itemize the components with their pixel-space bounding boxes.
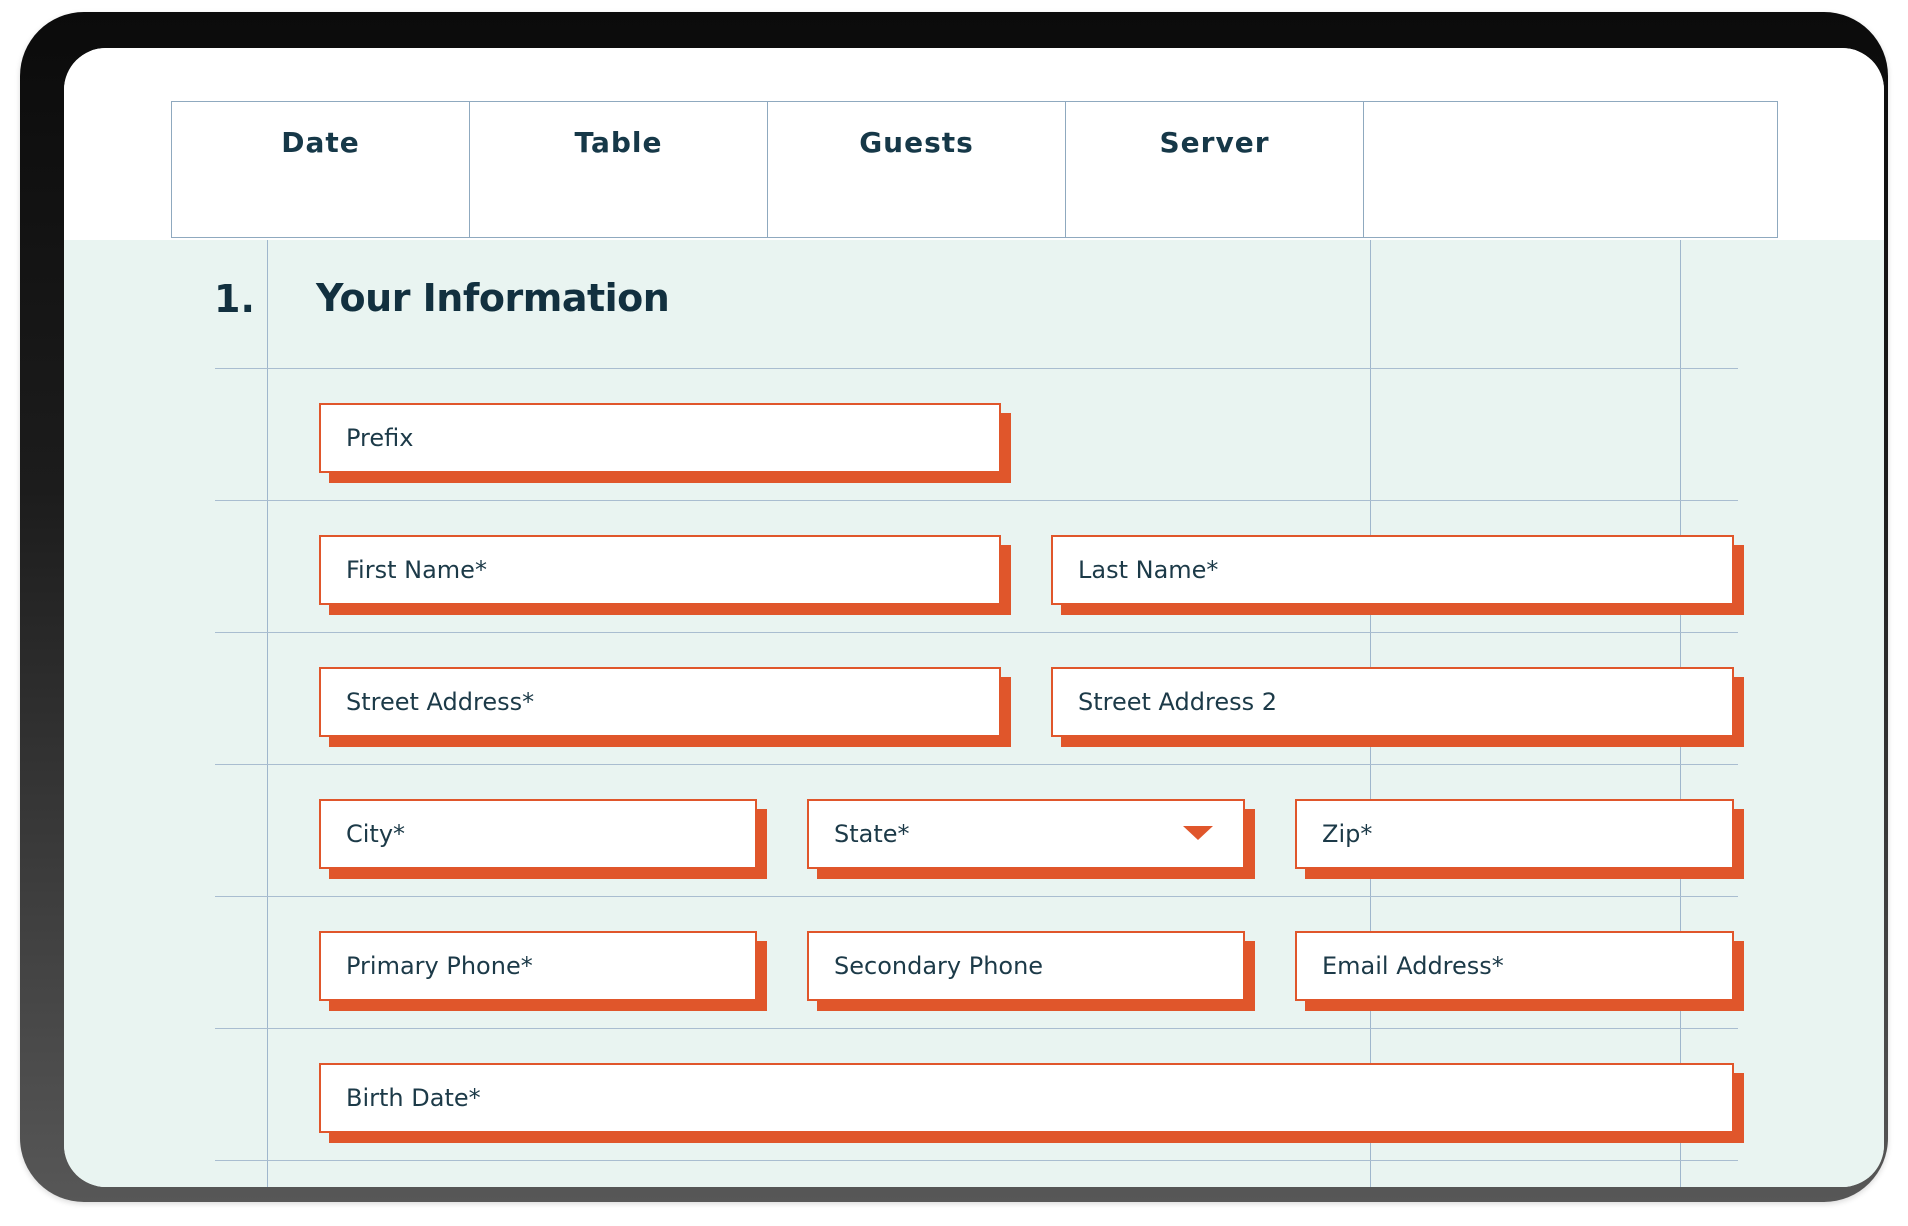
primary-phone-field[interactable]: Primary Phone*	[319, 931, 757, 1001]
screen: Date Table Guests Server 1. Your Informa…	[64, 48, 1884, 1187]
prefix-label: Prefix	[346, 424, 414, 452]
email-address-label: Email Address*	[1322, 952, 1504, 980]
state-select[interactable]: State*	[807, 799, 1245, 869]
grid-line-horizontal	[215, 1028, 1738, 1029]
your-information-section: 1. Your Information Prefix First Name* L…	[64, 240, 1884, 1187]
street-address-field[interactable]: Street Address*	[319, 667, 1001, 737]
first-name-label: First Name*	[346, 556, 487, 584]
header-cell-date: Date	[172, 102, 470, 237]
street-address-label: Street Address*	[346, 688, 535, 716]
birth-date-field[interactable]: Birth Date*	[319, 1063, 1734, 1133]
primary-phone-label: Primary Phone*	[346, 952, 533, 980]
grid-line-horizontal	[215, 500, 1738, 501]
grid-line-horizontal	[215, 896, 1738, 897]
city-field[interactable]: City*	[319, 799, 757, 869]
city-label: City*	[346, 820, 406, 848]
last-name-field[interactable]: Last Name*	[1051, 535, 1734, 605]
section-title: Your Information	[316, 276, 670, 320]
step-number: 1.	[214, 277, 255, 321]
birth-date-label: Birth Date*	[346, 1084, 481, 1112]
last-name-label: Last Name*	[1078, 556, 1219, 584]
prefix-field[interactable]: Prefix	[319, 403, 1001, 473]
secondary-phone-field[interactable]: Secondary Phone	[807, 931, 1245, 1001]
header-cell-empty	[1364, 102, 1777, 237]
grid-line-horizontal	[215, 1160, 1738, 1161]
grid-line-horizontal	[215, 632, 1738, 633]
first-name-field[interactable]: First Name*	[319, 535, 1001, 605]
reservation-summary-table: Date Table Guests Server	[171, 101, 1778, 238]
grid-line-horizontal	[215, 764, 1738, 765]
chevron-down-icon	[1183, 826, 1213, 840]
zip-label: Zip*	[1322, 820, 1373, 848]
zip-field[interactable]: Zip*	[1295, 799, 1734, 869]
grid-line-horizontal	[215, 368, 1738, 369]
email-address-field[interactable]: Email Address*	[1295, 931, 1734, 1001]
header-cell-guests: Guests	[768, 102, 1066, 237]
street-address-2-label: Street Address 2	[1078, 688, 1278, 716]
secondary-phone-label: Secondary Phone	[834, 952, 1044, 980]
header-cell-server: Server	[1066, 102, 1364, 237]
state-label: State*	[834, 820, 910, 848]
header-cell-table: Table	[470, 102, 768, 237]
device-frame: Date Table Guests Server 1. Your Informa…	[20, 12, 1888, 1202]
street-address-2-field[interactable]: Street Address 2	[1051, 667, 1734, 737]
grid-line-vertical	[267, 240, 268, 1187]
header-area: Date Table Guests Server	[64, 48, 1884, 240]
